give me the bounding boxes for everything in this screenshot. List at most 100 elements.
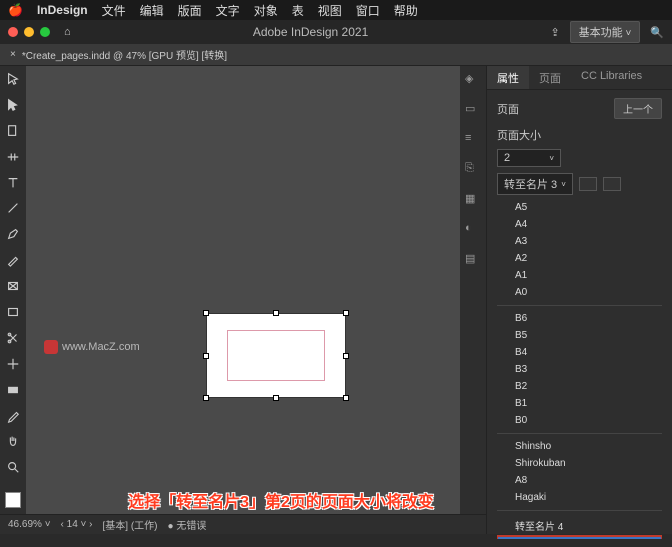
rectangle-frame-tool[interactable] bbox=[4, 277, 22, 295]
size-option[interactable]: A5 bbox=[497, 199, 662, 216]
menu-object[interactable]: 对象 bbox=[254, 2, 278, 19]
canvas[interactable]: www.MacZ.com bbox=[26, 66, 460, 534]
statusbar: 46.69% ˅ ‹ 14 ˅ › [基本] (工作) ● 无错误 bbox=[0, 514, 486, 534]
size-option[interactable]: B0 bbox=[497, 412, 662, 429]
share-icon[interactable]: ⇪ bbox=[550, 26, 559, 39]
page-size-options: A5A4A3A2A1A0 B6B5B4B3B2B1B0 ShinshoShiroku… bbox=[497, 199, 662, 539]
zoom-tool[interactable] bbox=[4, 458, 22, 476]
close-tab-icon[interactable]: × bbox=[10, 49, 16, 60]
app-name[interactable]: InDesign bbox=[37, 3, 88, 17]
size-option[interactable]: A0 bbox=[497, 284, 662, 301]
swatches-icon[interactable]: ▤ bbox=[465, 252, 481, 268]
properties-panel: 属性 页面 CC Libraries 页面 上一个 页面大小 2˅ 转至名片 3… bbox=[486, 66, 672, 534]
type-tool[interactable] bbox=[4, 174, 22, 192]
view-mode[interactable]: [基本] (工作) bbox=[103, 517, 158, 532]
page-artboard[interactable] bbox=[206, 313, 346, 398]
search-icon[interactable]: 🔍 bbox=[650, 26, 664, 39]
fill-stroke-swatch[interactable] bbox=[5, 492, 21, 508]
prev-button[interactable]: 上一个 bbox=[614, 98, 662, 119]
selection-tool[interactable] bbox=[4, 70, 22, 88]
page-nav[interactable]: ‹ 14 ˅ › bbox=[61, 519, 93, 530]
handle-tl[interactable] bbox=[203, 310, 209, 316]
handle-tr[interactable] bbox=[343, 310, 349, 316]
menu-help[interactable]: 帮助 bbox=[394, 2, 418, 19]
zoom-level[interactable]: 46.69% ˅ bbox=[8, 519, 51, 530]
size-option[interactable]: A8 bbox=[497, 472, 662, 489]
direct-selection-tool[interactable] bbox=[4, 96, 22, 114]
handle-mr[interactable] bbox=[343, 353, 349, 359]
size-option[interactable]: A3 bbox=[497, 233, 662, 250]
minimize-button[interactable] bbox=[24, 27, 34, 37]
free-transform-tool[interactable] bbox=[4, 355, 22, 373]
watermark: www.MacZ.com bbox=[44, 338, 140, 354]
pencil-tool[interactable] bbox=[4, 251, 22, 269]
gap-tool[interactable] bbox=[4, 148, 22, 166]
maximize-button[interactable] bbox=[40, 27, 50, 37]
page-tool[interactable] bbox=[4, 122, 22, 140]
size-option[interactable]: A4 bbox=[497, 216, 662, 233]
chevron-down-icon: ˅ bbox=[561, 180, 566, 189]
handle-bl[interactable] bbox=[203, 395, 209, 401]
traffic-lights bbox=[8, 27, 50, 37]
annotation-caption: 选择「转至名片3」第2页的页面大小将改变 bbox=[90, 488, 472, 512]
size-option[interactable]: B5 bbox=[497, 327, 662, 344]
size-option[interactable]: B4 bbox=[497, 344, 662, 361]
rectangle-tool[interactable] bbox=[4, 303, 22, 321]
size-option[interactable]: A1 bbox=[497, 267, 662, 284]
page-size-label: 页面大小 bbox=[497, 127, 662, 143]
size-option[interactable]: Shirokuban bbox=[497, 455, 662, 472]
window-title: Adobe InDesign 2021 bbox=[79, 25, 543, 39]
cc-libraries-icon[interactable]: ◈ bbox=[465, 72, 481, 88]
page-number-select[interactable]: 2˅ bbox=[497, 149, 561, 167]
handle-bm[interactable] bbox=[273, 395, 279, 401]
handle-tm[interactable] bbox=[273, 310, 279, 316]
pages-icon[interactable]: ▭ bbox=[465, 102, 481, 118]
apple-icon[interactable]: 🍎 bbox=[8, 3, 23, 17]
menu-layout[interactable]: 版面 bbox=[178, 2, 202, 19]
menu-edit[interactable]: 编辑 bbox=[140, 2, 164, 19]
line-tool[interactable] bbox=[4, 199, 22, 217]
stroke-icon[interactable]: ▦ bbox=[465, 192, 481, 208]
toolbox bbox=[0, 66, 26, 534]
menu-view[interactable]: 视图 bbox=[318, 2, 342, 19]
tab-pages[interactable]: 页面 bbox=[529, 66, 571, 89]
orientation-landscape-icon[interactable] bbox=[603, 177, 621, 191]
size-option[interactable]: B3 bbox=[497, 361, 662, 378]
tab-cc-libraries[interactable]: CC Libraries bbox=[571, 66, 652, 89]
handle-br[interactable] bbox=[343, 395, 349, 401]
chevron-down-icon: ˅ bbox=[549, 154, 554, 163]
size-option[interactable]: B2 bbox=[497, 378, 662, 395]
scissors-tool[interactable] bbox=[4, 329, 22, 347]
pen-tool[interactable] bbox=[4, 225, 22, 243]
home-icon[interactable]: ⌂ bbox=[64, 26, 71, 38]
document-tab[interactable]: × *Create_pages.indd @ 47% [GPU 预览] [转换] bbox=[0, 44, 672, 66]
orientation-portrait-icon[interactable] bbox=[579, 177, 597, 191]
size-option[interactable]: A2 bbox=[497, 250, 662, 267]
menu-file[interactable]: 文件 bbox=[102, 2, 126, 19]
menu-type[interactable]: 文字 bbox=[216, 2, 240, 19]
layers-icon[interactable]: ≡ bbox=[465, 132, 481, 148]
size-option[interactable]: B6 bbox=[497, 310, 662, 327]
handle-ml[interactable] bbox=[203, 353, 209, 359]
menu-window[interactable]: 窗口 bbox=[356, 2, 380, 19]
size-option[interactable]: 转至名片 3 bbox=[497, 536, 662, 539]
workspace-select[interactable]: 基本功能 ˅ bbox=[570, 21, 641, 43]
preflight-status[interactable]: ● 无错误 bbox=[168, 517, 207, 532]
menu-table[interactable]: 表 bbox=[292, 2, 304, 19]
eyedropper-tool[interactable] bbox=[4, 407, 22, 425]
tab-properties[interactable]: 属性 bbox=[487, 66, 529, 89]
gradient-tool[interactable] bbox=[4, 381, 22, 399]
size-option[interactable]: Shinsho bbox=[497, 438, 662, 455]
size-option[interactable]: Hagaki bbox=[497, 489, 662, 506]
mac-menubar: 🍎 InDesign 文件 编辑 版面 文字 对象 表 视图 窗口 帮助 bbox=[0, 0, 672, 20]
close-button[interactable] bbox=[8, 27, 18, 37]
collapsed-panels: ◈ ▭ ≡ ⎘ ▦ ◐ ▤ bbox=[460, 66, 486, 534]
size-option[interactable]: B1 bbox=[497, 395, 662, 412]
section-label: 页面 bbox=[497, 101, 519, 117]
hand-tool[interactable] bbox=[4, 432, 22, 450]
size-option[interactable]: 转至名片 4 bbox=[497, 515, 662, 536]
page-size-dropdown[interactable]: 转至名片 3˅ bbox=[497, 173, 573, 195]
links-icon[interactable]: ⎘ bbox=[465, 162, 481, 178]
titlebar: ⌂ Adobe InDesign 2021 ⇪ 基本功能 ˅ 🔍 bbox=[0, 20, 672, 44]
color-icon[interactable]: ◐ bbox=[465, 222, 481, 238]
